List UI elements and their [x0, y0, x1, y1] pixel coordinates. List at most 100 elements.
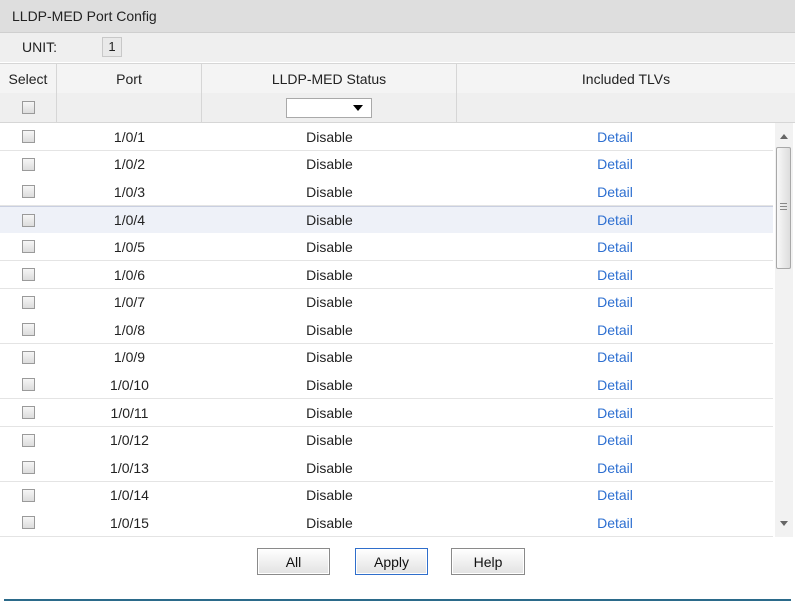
help-button[interactable]: Help: [451, 548, 525, 575]
table-row[interactable]: 1/0/7 Disable Detail: [0, 288, 773, 317]
grip-line: [780, 209, 787, 210]
row-checkbox[interactable]: [22, 406, 35, 419]
detail-link[interactable]: Detail: [597, 156, 633, 172]
status-cell: Disable: [306, 432, 353, 449]
filter-port-cell: [57, 93, 202, 122]
detail-link[interactable]: Detail: [597, 129, 633, 145]
status-cell: Disable: [306, 321, 353, 338]
status-cell: Disable: [306, 294, 353, 311]
detail-link[interactable]: Detail: [597, 349, 633, 365]
table-row[interactable]: 1/0/10 Disable Detail: [0, 371, 773, 400]
table-row[interactable]: 1/0/14 Disable Detail: [0, 481, 773, 510]
dropdown-arrow-icon: [353, 104, 363, 111]
row-checkbox[interactable]: [22, 130, 35, 143]
detail-link[interactable]: Detail: [597, 239, 633, 255]
status-cell: Disable: [306, 212, 353, 229]
all-button[interactable]: All: [257, 548, 330, 575]
detail-link[interactable]: Detail: [597, 460, 633, 476]
status-cell: Disable: [306, 459, 353, 476]
tlv-cell: Detail: [457, 509, 773, 536]
port-cell: 1/0/4: [113, 212, 146, 229]
row-select-cell: [0, 399, 57, 426]
scroll-down-arrow-icon[interactable]: [780, 521, 788, 526]
header-select: Select: [0, 64, 57, 93]
port-cell: 1/0/8: [113, 321, 146, 338]
tlv-cell: Detail: [457, 178, 773, 205]
row-select-cell: [0, 371, 57, 398]
row-checkbox[interactable]: [22, 295, 35, 309]
row-select-cell: [0, 261, 57, 288]
detail-link[interactable]: Detail: [597, 267, 633, 283]
detail-link[interactable]: Detail: [597, 184, 633, 200]
tlv-cell: Detail: [457, 289, 773, 316]
row-checkbox[interactable]: [22, 240, 35, 254]
row-select-cell: [0, 482, 57, 509]
header-included-tlvs: Included TLVs: [581, 70, 671, 87]
tlv-cell: Detail: [457, 261, 773, 288]
table-row[interactable]: 1/0/8 Disable Detail: [0, 316, 773, 345]
detail-link[interactable]: Detail: [597, 432, 633, 448]
port-cell: 1/0/3: [113, 183, 146, 200]
status-cell: Disable: [306, 376, 353, 393]
scroll-up-arrow-icon[interactable]: [780, 134, 788, 139]
detail-link[interactable]: Detail: [597, 515, 633, 531]
unit-label: UNIT:: [22, 39, 57, 55]
row-checkbox[interactable]: [22, 185, 35, 199]
row-select-cell: [0, 454, 57, 481]
row-checkbox[interactable]: [22, 157, 35, 171]
status-cell: Disable: [306, 156, 353, 173]
panel-title-bar: LLDP-MED Port Config: [0, 0, 795, 33]
port-list: 1/0/1 Disable Detail 1/0/2 Disable Detail 1/0/…: [0, 123, 795, 537]
row-checkbox[interactable]: [22, 516, 35, 530]
header-status: LLDP-MED Status: [202, 64, 457, 93]
table-row[interactable]: 1/0/3 Disable Detail: [0, 178, 773, 207]
tlv-cell: Detail: [457, 123, 773, 150]
detail-link[interactable]: Detail: [597, 322, 633, 338]
panel-title: LLDP-MED Port Config: [12, 8, 157, 24]
detail-link[interactable]: Detail: [597, 405, 633, 421]
table-row[interactable]: 1/0/13 Disable Detail: [0, 454, 773, 483]
tlv-cell: Detail: [457, 427, 773, 454]
detail-link[interactable]: Detail: [597, 487, 633, 503]
status-cell: Disable: [306, 266, 353, 283]
filter-status-cell: [202, 93, 457, 122]
row-select-cell: [0, 233, 57, 260]
table-row[interactable]: 1/0/4 Disable Detail: [0, 205, 773, 235]
table-row[interactable]: 1/0/1 Disable Detail: [0, 123, 773, 151]
status-filter-dropdown[interactable]: [286, 97, 372, 118]
grip-line: [780, 203, 787, 204]
table-row[interactable]: 1/0/9 Disable Detail: [0, 343, 773, 372]
row-checkbox[interactable]: [22, 488, 35, 502]
status-cell: Disable: [306, 128, 353, 145]
table-row[interactable]: 1/0/12 Disable Detail: [0, 426, 773, 455]
table-row[interactable]: 1/0/5 Disable Detail: [0, 233, 773, 262]
table-row[interactable]: 1/0/15 Disable Detail: [0, 509, 773, 537]
row-checkbox[interactable]: [22, 461, 35, 475]
table-header: Select Port LLDP-MED Status Included TLV…: [0, 63, 795, 94]
footer-divider: [4, 599, 791, 601]
detail-link[interactable]: Detail: [597, 212, 633, 228]
vertical-scrollbar[interactable]: [775, 123, 793, 537]
row-checkbox[interactable]: [22, 378, 35, 392]
table-row[interactable]: 1/0/2 Disable Detail: [0, 150, 773, 179]
status-cell: Disable: [306, 404, 353, 421]
row-checkbox[interactable]: [22, 213, 35, 227]
table-row[interactable]: 1/0/6 Disable Detail: [0, 261, 773, 289]
apply-button[interactable]: Apply: [355, 548, 428, 575]
row-select-cell: [0, 316, 57, 343]
scrollbar-thumb[interactable]: [776, 147, 791, 269]
select-all-checkbox[interactable]: [21, 101, 35, 114]
row-checkbox[interactable]: [22, 268, 35, 281]
row-checkbox[interactable]: [22, 323, 35, 337]
port-cell: 1/0/13: [110, 459, 149, 476]
row-select-cell: [0, 207, 57, 234]
tlv-cell: Detail: [457, 344, 773, 371]
detail-link[interactable]: Detail: [597, 377, 633, 393]
row-select-cell: [0, 289, 57, 316]
row-checkbox[interactable]: [22, 433, 35, 447]
unit-selector-1[interactable]: 1: [102, 37, 122, 57]
table-row[interactable]: 1/0/11 Disable Detail: [0, 399, 773, 427]
status-cell: Disable: [306, 487, 353, 504]
detail-link[interactable]: Detail: [597, 294, 633, 310]
row-checkbox[interactable]: [22, 350, 35, 364]
